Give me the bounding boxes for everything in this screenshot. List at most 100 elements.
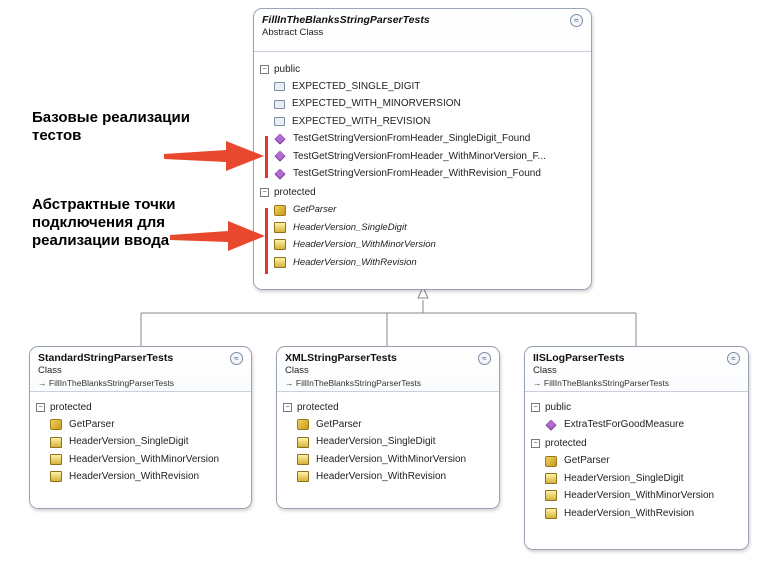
section-public[interactable]: − public [525,399,748,416]
protected-property-icon [545,473,557,485]
protected-property-icon [297,436,309,448]
protected-property-icon [50,436,62,448]
collapse-icon[interactable]: ≈ [478,352,491,365]
class-header: StandardStringParserTests Class → FillIn… [30,347,251,391]
protected-property-icon [274,256,286,268]
inherit-arrow-icon: → [285,378,294,388]
member-label: ExtraTestForGoodMeasure [564,419,685,430]
base-label: FillInTheBlanksStringParserTests [543,378,670,388]
annotation-base-impl: Базовые реализации тестов [32,109,190,144]
member-label: HeaderVersion_WithMinorVersion [69,453,220,465]
member-method[interactable]: GetParser [277,416,499,433]
method-icon [274,168,286,180]
class-base: → FillInTheBlanksStringParserTests [285,377,491,389]
collapse-icon[interactable]: ≈ [727,352,740,365]
section-protected[interactable]: − protected [277,399,499,416]
section-public[interactable]: − public [254,61,591,78]
inherit-arrow-icon: → [533,378,542,388]
collapse-icon[interactable]: ≈ [570,14,583,27]
section-protected[interactable]: − protected [525,435,748,452]
abstract-class-box[interactable]: FillInTheBlanksStringParserTests Abstrac… [253,8,592,290]
protected-property-icon [274,222,286,234]
member-property[interactable]: HeaderVersion_SingleDigit [30,433,251,450]
abstract-class-header: FillInTheBlanksStringParserTests Abstrac… [254,9,591,51]
member-property[interactable]: HeaderVersion_WithRevision [30,468,251,485]
section-label: protected [50,402,92,413]
class-body: − protected GetParser HeaderVersion_Singl… [277,391,499,508]
member-property[interactable]: HeaderVersion_SingleDigit [525,470,748,487]
member-property[interactable]: HeaderVersion_WithMinorVersion [254,236,591,253]
protected-property-icon [545,507,557,519]
class-title: StandardStringParserTests [38,352,174,364]
collapse-section-icon[interactable]: − [531,403,540,412]
protected-property-icon [50,471,62,483]
member-method[interactable]: ExtraTestForGoodMeasure [525,416,748,433]
collapse-icon[interactable]: ≈ [230,352,243,365]
member-field[interactable]: EXPECTED_WITH_REVISION [254,113,591,130]
protected-method-icon [297,419,309,431]
annotation-arrow-base [164,141,264,171]
member-label: HeaderVersion_WithRevision [293,256,417,268]
member-property[interactable]: HeaderVersion_WithRevision [525,505,748,522]
collapse-section-icon[interactable]: − [36,403,45,412]
class-title: IISLogParserTests [533,352,625,364]
protected-property-icon [274,239,286,251]
inherit-arrow-icon: → [38,378,47,388]
member-property[interactable]: HeaderVersion_WithRevision [277,468,499,485]
collapse-section-icon[interactable]: − [260,65,269,74]
member-field[interactable]: EXPECTED_SINGLE_DIGIT [254,78,591,95]
member-label: GetParser [69,419,115,430]
protected-method-icon [50,419,62,431]
member-method[interactable]: TestGetStringVersionFromHeader_WithMinor… [254,148,591,165]
class-kind: Class [38,365,62,376]
section-label: protected [297,402,339,413]
section-label: protected [274,187,316,199]
protected-property-icon [545,490,557,502]
method-icon [545,419,557,431]
member-method[interactable]: GetParser [30,416,251,433]
member-label: HeaderVersion_SingleDigit [293,221,407,233]
protected-property-icon [50,454,62,466]
member-method[interactable]: GetParser [254,201,591,218]
member-property[interactable]: HeaderVersion_SingleDigit [277,433,499,450]
protected-method-icon [274,204,286,216]
member-label: HeaderVersion_SingleDigit [564,472,684,484]
member-label: EXPECTED_WITH_REVISION [292,115,431,127]
annotation-arrow-abstract [170,221,265,251]
section-label: public [545,402,572,413]
member-field[interactable]: EXPECTED_WITH_MINORVERSION [254,95,591,112]
member-label: HeaderVersion_WithMinorVersion [293,239,436,251]
member-method[interactable]: TestGetStringVersionFromHeader_SingleDig… [254,130,591,147]
abstract-class-body: − public EXPECTED_SINGLE_DIGIT EXPECTED_… [254,51,591,289]
member-method[interactable]: GetParser [525,452,748,469]
member-property[interactable]: HeaderVersion_WithMinorVersion [277,451,499,468]
collapse-section-icon[interactable]: − [283,403,292,412]
collapse-section-icon[interactable]: − [531,439,540,449]
member-label: HeaderVersion_WithRevision [316,471,447,483]
derived-class-standard[interactable]: StandardStringParserTests Class → FillIn… [29,346,252,509]
collapse-section-icon[interactable]: − [260,188,269,198]
derived-class-iislog[interactable]: IISLogParserTests Class → FillInTheBlank… [524,346,749,550]
member-property[interactable]: HeaderVersion_WithMinorVersion [30,451,251,468]
field-icon [274,99,285,109]
class-title: XMLStringParserTests [285,352,397,364]
abstract-class-kind: Abstract Class [262,27,324,38]
member-method[interactable]: TestGetStringVersionFromHeader_WithRevis… [254,165,591,182]
member-property[interactable]: HeaderVersion_SingleDigit [254,219,591,236]
derived-class-xml[interactable]: XMLStringParserTests Class → FillInTheBl… [276,346,500,509]
member-property[interactable]: HeaderVersion_WithRevision [254,254,591,271]
member-label: HeaderVersion_WithRevision [564,507,695,519]
section-protected[interactable]: − protected [30,399,251,416]
class-base: → FillInTheBlanksStringParserTests [38,377,243,389]
member-label: HeaderVersion_WithMinorVersion [564,490,715,502]
protected-method-icon [545,455,557,467]
section-protected[interactable]: − protected [254,184,591,201]
class-header: XMLStringParserTests Class → FillInTheBl… [277,347,499,391]
field-icon [274,117,285,127]
member-property[interactable]: HeaderVersion_WithMinorVersion [525,487,748,504]
class-base: → FillInTheBlanksStringParserTests [533,377,740,389]
member-label: HeaderVersion_WithRevision [69,471,200,483]
member-label: TestGetStringVersionFromHeader_WithRevis… [293,168,541,180]
member-label: HeaderVersion_SingleDigit [69,436,189,448]
class-kind: Class [285,365,309,376]
